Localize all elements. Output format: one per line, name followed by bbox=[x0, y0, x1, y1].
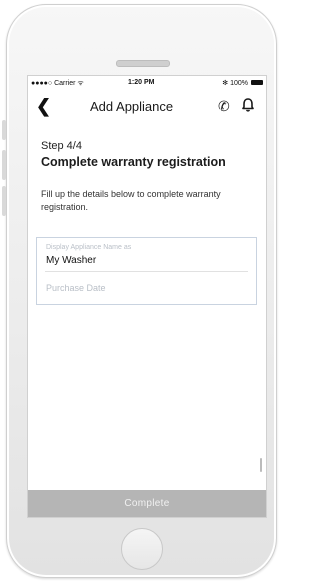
bell-icon[interactable] bbox=[242, 98, 254, 115]
status-bar: ●●●●○ Carrier ᯤ 1:20 PM ✻ 100% bbox=[28, 76, 266, 90]
nav-bar: ❮ Add Appliance ✆ bbox=[28, 92, 266, 120]
phone-side-button bbox=[2, 120, 6, 140]
phone-volume-down bbox=[2, 186, 6, 216]
display-name-label: Display Appliance Name as bbox=[46, 244, 132, 251]
display-name-input[interactable]: My Washer bbox=[46, 255, 96, 266]
battery-icon bbox=[251, 80, 263, 85]
back-chevron-icon[interactable]: ❮ bbox=[36, 96, 51, 117]
home-button[interactable] bbox=[121, 528, 163, 570]
battery-percent: ✻ 100% bbox=[222, 80, 248, 87]
instructions-text: Fill up the details below to complete wa… bbox=[41, 189, 221, 212]
app-screen: ●●●●○ Carrier ᯤ 1:20 PM ✻ 100% ❮ Add App… bbox=[27, 75, 267, 518]
section-heading: Complete warranty registration bbox=[41, 155, 226, 169]
purchase-date-input[interactable]: Purchase Date bbox=[46, 283, 106, 293]
complete-button[interactable]: Complete bbox=[28, 490, 266, 517]
carrier-signal: ●●●●○ Carrier ᯤ bbox=[31, 80, 84, 87]
phone-icon[interactable]: ✆ bbox=[218, 98, 230, 115]
phone-volume-up bbox=[2, 150, 6, 180]
clock: 1:20 PM bbox=[128, 79, 155, 86]
phone-speaker bbox=[116, 60, 170, 67]
field-divider bbox=[45, 271, 248, 272]
page-title: Add Appliance bbox=[90, 99, 174, 114]
registration-form: Display Appliance Name as My Washer Purc… bbox=[36, 237, 257, 305]
scrollbar[interactable] bbox=[260, 458, 262, 472]
step-indicator: Step 4/4 bbox=[41, 140, 82, 152]
